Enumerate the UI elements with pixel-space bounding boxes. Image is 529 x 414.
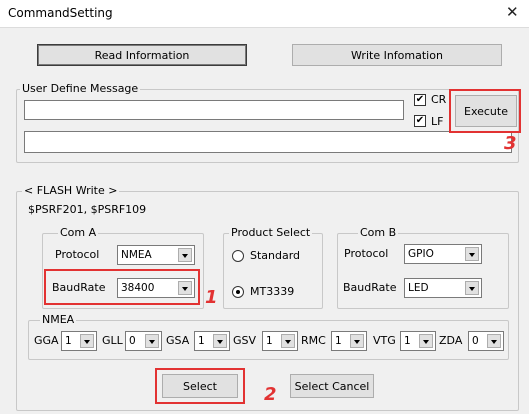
annotation-number-2: 2 <box>264 384 277 405</box>
nmea-value-rmc: 1 <box>335 335 342 347</box>
cr-checkbox[interactable]: ✔ <box>414 94 426 106</box>
radio-mt3339[interactable] <box>232 286 244 298</box>
nmea-name-rmc: RMC <box>301 334 326 347</box>
nmea-name-gga: GGA <box>34 334 59 347</box>
checkmark-icon: ✔ <box>415 115 425 126</box>
title-bar: CommandSetting ✕ <box>0 0 529 28</box>
nmea-select-gga[interactable]: 1 <box>61 331 97 351</box>
nmea-name-vtg: VTG <box>373 334 396 347</box>
checkmark-icon: ✔ <box>415 94 425 105</box>
annotation-number-3: 3 <box>504 133 517 154</box>
com-a-protocol-value: NMEA <box>121 249 152 261</box>
com-a-protocol-select[interactable]: NMEA <box>117 245 195 265</box>
com-a-protocol-label: Protocol <box>55 248 100 261</box>
com-b-protocol-select[interactable]: GPIO <box>404 244 482 264</box>
com-b-protocol-value: GPIO <box>408 248 434 260</box>
nmea-value-gsv: 1 <box>266 335 273 347</box>
product-select-label: Product Select <box>229 226 313 239</box>
com-b-protocol-label: Protocol <box>344 247 389 260</box>
annotation-box-execute <box>449 89 521 133</box>
com-b-baudrate-label: BaudRate <box>343 281 397 294</box>
nmea-select-rmc[interactable]: 1 <box>331 331 367 351</box>
com-b-label: Com B <box>358 226 399 239</box>
radio-mt3339-label: MT3339 <box>250 285 295 298</box>
lf-label: LF <box>431 115 444 128</box>
chevron-down-icon[interactable] <box>419 334 433 348</box>
nmea-select-gll[interactable]: 0 <box>125 331 162 351</box>
nmea-select-gsv[interactable]: 1 <box>262 331 298 351</box>
chevron-down-icon[interactable] <box>80 334 94 348</box>
nmea-label: NMEA <box>40 313 77 326</box>
read-information-button[interactable]: Read Information <box>37 44 247 66</box>
flash-subtitle: $PSRF201, $PSRF109 <box>28 203 147 216</box>
radio-standard[interactable] <box>232 250 244 262</box>
com-b-baudrate-select[interactable]: LED <box>404 278 482 298</box>
chevron-down-icon[interactable] <box>465 281 479 295</box>
write-information-button[interactable]: Write Infomation <box>292 44 502 66</box>
annotation-box-select <box>155 368 245 404</box>
nmea-select-gsa[interactable]: 1 <box>194 331 230 351</box>
message-output[interactable] <box>24 131 512 153</box>
nmea-select-zda[interactable]: 0 <box>468 331 504 351</box>
chevron-down-icon[interactable] <box>178 248 192 262</box>
nmea-value-gsa: 1 <box>198 335 205 347</box>
chevron-down-icon[interactable] <box>213 334 227 348</box>
cr-label: CR <box>431 93 447 106</box>
com-b-baudrate-value: LED <box>408 282 429 294</box>
nmea-value-gll: 0 <box>129 335 136 347</box>
nmea-value-zda: 0 <box>472 335 479 347</box>
message-input[interactable] <box>24 100 404 120</box>
flash-write-group-label: < FLASH Write > <box>22 184 120 197</box>
select-cancel-button[interactable]: Select Cancel <box>290 374 374 398</box>
chevron-down-icon[interactable] <box>487 334 501 348</box>
annotation-box-baudrate <box>44 269 200 305</box>
nmea-name-gsv: GSV <box>233 334 257 347</box>
com-a-label: Com A <box>58 226 99 239</box>
chevron-down-icon[interactable] <box>281 334 295 348</box>
nmea-select-vtg[interactable]: 1 <box>400 331 436 351</box>
user-define-group-label: User Define Message <box>20 82 141 95</box>
annotation-number-1: 1 <box>205 287 218 308</box>
nmea-value-gga: 1 <box>65 335 72 347</box>
window-title: CommandSetting <box>8 6 113 20</box>
nmea-name-zda: ZDA <box>439 334 463 347</box>
nmea-name-gsa: GSA <box>166 334 190 347</box>
close-icon[interactable]: ✕ <box>506 3 519 21</box>
nmea-name-gll: GLL <box>102 334 123 347</box>
lf-checkbox[interactable]: ✔ <box>414 115 426 127</box>
chevron-down-icon[interactable] <box>350 334 364 348</box>
radio-standard-label: Standard <box>250 249 301 262</box>
chevron-down-icon[interactable] <box>145 334 159 348</box>
chevron-down-icon[interactable] <box>465 247 479 261</box>
nmea-value-vtg: 1 <box>404 335 411 347</box>
